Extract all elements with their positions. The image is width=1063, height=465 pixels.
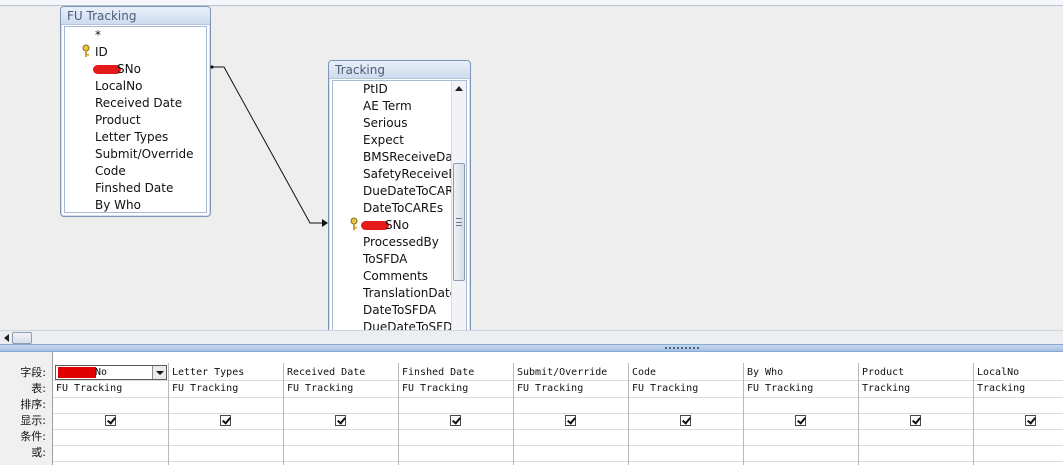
field-list-body: PtID AE Term Serious Expect BMSReceiveDa… xyxy=(332,80,467,330)
table-cell[interactable]: FU Tracking xyxy=(402,381,468,397)
field-item[interactable]: TranslationDate xyxy=(363,285,457,302)
field-item[interactable]: DueDateToCAR xyxy=(363,183,453,200)
grid-column[interactable]: By Who FU Tracking xyxy=(743,363,858,465)
scroll-thumb[interactable] xyxy=(12,332,32,344)
field-cell[interactable]: Code xyxy=(632,365,656,381)
row-label-criteria: 条件: xyxy=(20,430,46,443)
grip-icon xyxy=(456,218,462,226)
vertical-scrollbar[interactable] xyxy=(451,81,466,330)
field-cell-dropdown[interactable]: No xyxy=(55,365,167,380)
show-checkbox[interactable] xyxy=(450,415,461,426)
show-checkbox[interactable] xyxy=(1025,415,1036,426)
field-item[interactable]: ToSFDA xyxy=(363,251,407,268)
field-item[interactable]: Comments xyxy=(363,268,428,285)
field-item[interactable]: AE Term xyxy=(363,98,412,115)
field-cell[interactable]: By Who xyxy=(747,365,783,381)
query-design-grid: 字段: 表: 排序: 显示: 条件: 或: FU Tracking No Let… xyxy=(0,352,1063,465)
row-labels: 字段: 表: 排序: 显示: 条件: 或: xyxy=(0,352,53,465)
field-item[interactable]: BMSReceiveDat xyxy=(363,149,457,166)
field-cell[interactable]: Finshed Date xyxy=(402,365,474,381)
grid-column[interactable]: Received Date FU Tracking xyxy=(283,363,398,465)
table-cell[interactable]: FU Tracking xyxy=(747,381,813,397)
field-cell[interactable]: Product xyxy=(862,365,904,381)
field-item[interactable]: DateToSFDA xyxy=(363,302,436,319)
field-item[interactable]: DueDateToSFD xyxy=(363,319,452,330)
field-cell[interactable]: Received Date xyxy=(287,365,365,381)
scroll-left-arrow-icon[interactable] xyxy=(4,334,9,342)
field-item[interactable]: Serious xyxy=(363,115,407,132)
show-checkbox[interactable] xyxy=(105,415,116,426)
grid-column[interactable]: Letter Types FU Tracking xyxy=(168,363,283,465)
pane-splitter[interactable] xyxy=(0,344,1063,352)
chevron-down-icon[interactable] xyxy=(152,366,166,379)
grid-column[interactable]: LocalNo Tracking xyxy=(973,363,1063,465)
field-cell[interactable]: Submit/Override xyxy=(517,365,607,381)
show-checkbox[interactable] xyxy=(335,415,346,426)
table-cell[interactable]: Tracking xyxy=(977,381,1025,397)
row-label-show: 显示: xyxy=(20,414,46,427)
grid-column[interactable]: Code FU Tracking xyxy=(628,363,743,465)
table-cell[interactable]: FU Tracking xyxy=(172,381,238,397)
query-design-pane: FU Tracking * ID SNo LocalNo Received Da… xyxy=(0,0,1063,330)
field-item-redacted[interactable]: SNo xyxy=(361,217,409,234)
table-cell[interactable]: FU Tracking xyxy=(632,381,698,397)
row-label-table: 表: xyxy=(31,382,46,395)
field-list-title[interactable]: Tracking xyxy=(329,61,470,79)
scroll-up-arrow-icon[interactable] xyxy=(455,86,463,91)
table-cell[interactable]: FU Tracking xyxy=(287,381,353,397)
row-label-field: 字段: xyxy=(20,366,46,379)
grid-column[interactable]: Finshed Date FU Tracking xyxy=(398,363,513,465)
row-label-or: 或: xyxy=(31,446,46,459)
field-item[interactable]: PtID xyxy=(363,81,388,98)
join-line[interactable] xyxy=(0,0,1063,330)
show-checkbox[interactable] xyxy=(910,415,921,426)
row-label-sort: 排序: xyxy=(20,398,46,411)
primary-key-icon xyxy=(350,217,358,230)
show-checkbox[interactable] xyxy=(565,415,576,426)
show-checkbox[interactable] xyxy=(680,415,691,426)
field-cell[interactable]: LocalNo xyxy=(977,365,1019,381)
table-cell[interactable]: FU Tracking xyxy=(517,381,583,397)
field-item[interactable]: SafetyReceiveD xyxy=(363,166,458,183)
grid-column[interactable]: Submit/Override FU Tracking xyxy=(513,363,628,465)
field-cell[interactable]: Letter Types xyxy=(172,365,244,381)
splitter-grip-icon xyxy=(665,347,701,349)
table-cell[interactable]: Tracking xyxy=(862,381,910,397)
show-checkbox[interactable] xyxy=(795,415,806,426)
field-list-tracking[interactable]: Tracking PtID AE Term Serious Expect BMS… xyxy=(328,60,471,330)
field-item[interactable]: DateToCAREs xyxy=(363,200,443,217)
show-checkbox[interactable] xyxy=(220,415,231,426)
grid-column[interactable]: Product Tracking xyxy=(858,363,973,465)
horizontal-scrollbar[interactable] xyxy=(0,330,1063,344)
table-cell[interactable]: FU Tracking xyxy=(56,381,122,397)
scroll-thumb[interactable] xyxy=(453,163,465,281)
redaction-mark xyxy=(58,366,96,378)
field-cell-value[interactable]: No xyxy=(58,365,107,381)
field-item[interactable]: ProcessedBy xyxy=(363,234,439,251)
field-item[interactable]: Expect xyxy=(363,132,404,149)
